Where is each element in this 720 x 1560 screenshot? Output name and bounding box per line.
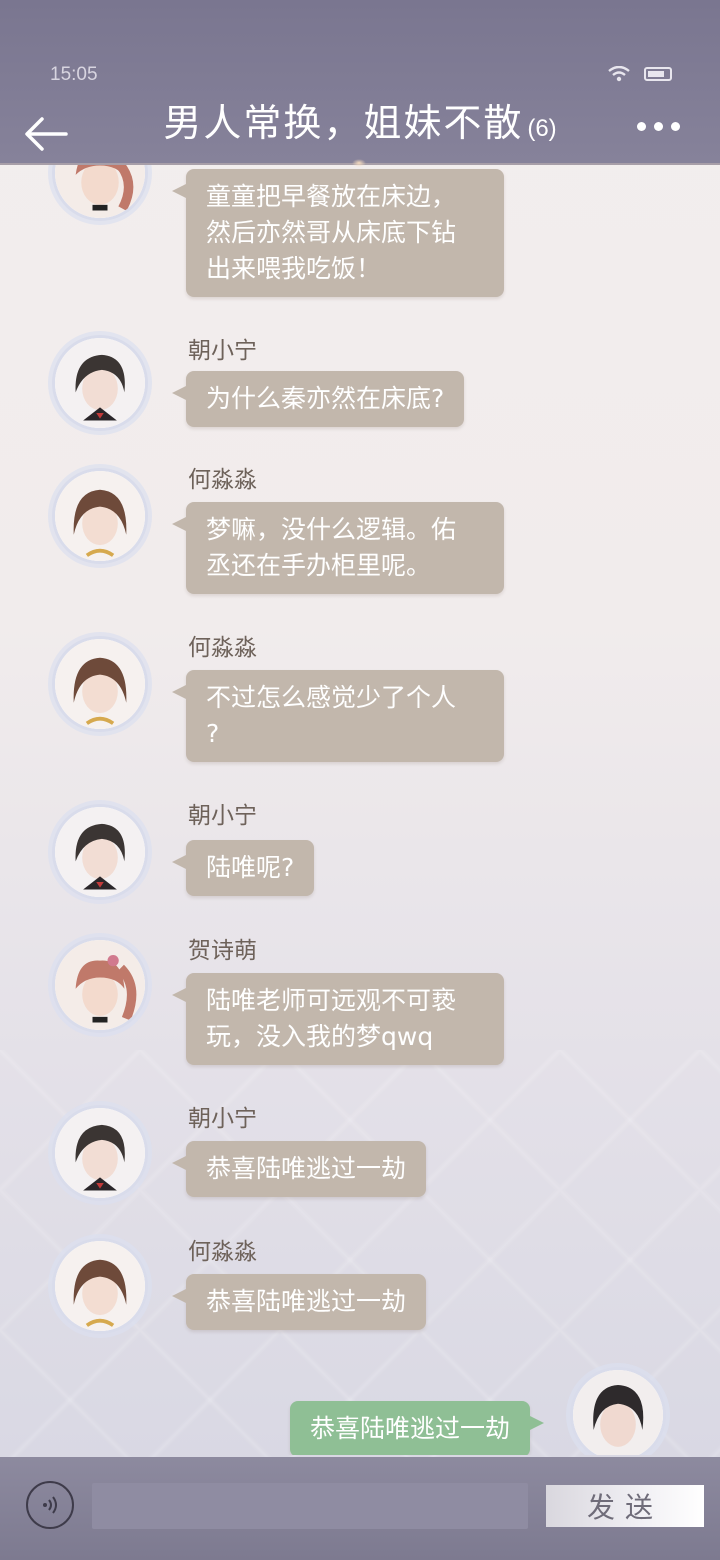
send-button[interactable]: 发送 — [546, 1485, 704, 1527]
message-bubble[interactable]: 陆唯老师可远观不可亵 玩，没入我的梦qwq — [172, 973, 504, 1065]
brown-bob-avatar — [55, 639, 145, 729]
sender-name: 何淼淼 — [188, 635, 257, 661]
message-list[interactable]: 童童把早餐放在床边， 然后亦然哥从床底下钻 出来喂我吃饭！ 朝小宁 为什么秦亦然… — [0, 165, 720, 1455]
dot-icon — [671, 122, 680, 131]
message-line: 玩，没入我的梦qwq — [206, 1022, 434, 1051]
my-message-bubble[interactable]: 恭喜陆唯逃过一劫 — [289, 1401, 545, 1455]
message-line: 陆唯呢? — [206, 853, 295, 882]
status-icons — [608, 66, 672, 82]
dot-icon — [654, 122, 663, 131]
avatar[interactable] — [52, 335, 148, 431]
message-line: 恭喜陆唯逃过一劫 — [309, 1414, 510, 1443]
message-bubble[interactable]: 陆唯呢? — [171, 840, 315, 896]
message-bubble[interactable]: 为什么秦亦然在床底? — [171, 371, 465, 427]
message-line: 然后亦然哥从床底下钻 — [206, 218, 457, 247]
status-time: 15:05 — [50, 64, 98, 85]
message-line: 出来喂我吃饭！ — [206, 254, 382, 283]
brown-bob-avatar — [55, 1241, 145, 1331]
short-dark-hair-avatar — [55, 807, 145, 897]
sender-name: 何淼淼 — [188, 1239, 257, 1265]
wifi-icon — [608, 66, 630, 82]
message-bubble[interactable]: 梦嘛，没什么逻辑。佑 丞还在手办柜里呢。 — [172, 502, 504, 594]
voice-icon — [43, 1496, 57, 1514]
message-bubble[interactable]: 童童把早餐放在床边， 然后亦然哥从床底下钻 出来喂我吃饭！ — [172, 169, 504, 297]
girl-ponytail-avatar — [55, 940, 145, 1030]
chat-title: 男人常换，姐妹不散 (6) — [0, 92, 720, 147]
sender-name: 朝小宁 — [188, 338, 257, 364]
message-line: 恭喜陆唯逃过一劫 — [206, 1154, 407, 1183]
message-line: ? — [206, 719, 220, 748]
group-name: 男人常换，姐妹不散 — [163, 101, 524, 145]
message-line: 梦嘛，没什么逻辑。佑 — [206, 515, 457, 544]
message-line: 陆唯老师可远观不可亵 — [206, 986, 457, 1015]
avatar[interactable] — [52, 1238, 148, 1334]
chat-header: 15:05 男人常换，姐妹不散 (6) — [0, 0, 720, 167]
input-bar: 发送 — [0, 1457, 720, 1560]
my-avatar[interactable] — [570, 1367, 666, 1455]
message-input[interactable] — [92, 1483, 528, 1529]
message-line: 不过怎么感觉少了个人 — [206, 683, 457, 712]
message-line: 丞还在手办柜里呢。 — [206, 551, 432, 580]
avatar[interactable] — [52, 937, 148, 1033]
avatar[interactable] — [52, 165, 148, 221]
avatar[interactable] — [52, 468, 148, 564]
short-dark-hair-avatar — [55, 338, 145, 428]
avatar[interactable] — [52, 636, 148, 732]
member-count: (6) — [527, 115, 557, 142]
sender-name: 朝小宁 — [188, 803, 257, 829]
message-line: 恭喜陆唯逃过一劫 — [206, 1287, 407, 1316]
message-line: 为什么秦亦然在床底? — [206, 384, 445, 413]
sender-name: 贺诗萌 — [188, 938, 257, 964]
sender-name: 何淼淼 — [188, 467, 257, 493]
self-avatar — [573, 1370, 663, 1455]
message-bubble[interactable]: 不过怎么感觉少了个人 ? — [172, 670, 504, 762]
message-bubble[interactable]: 恭喜陆唯逃过一劫 — [171, 1141, 427, 1197]
voice-input-button[interactable] — [26, 1481, 74, 1529]
avatar[interactable] — [52, 1105, 148, 1201]
girl-ponytail-avatar — [55, 165, 145, 218]
chat-screen: 15:05 男人常换，姐妹不散 (6) 童童把早餐放在床边， 然后亦然哥从床底下… — [0, 0, 720, 1560]
short-dark-hair-avatar — [55, 1108, 145, 1198]
avatar[interactable] — [52, 804, 148, 900]
message-line: 童童把早餐放在床边， — [206, 182, 457, 211]
dot-icon — [637, 122, 646, 131]
message-bubble[interactable]: 恭喜陆唯逃过一劫 — [171, 1274, 427, 1330]
brown-bob-avatar — [55, 471, 145, 561]
sender-name: 朝小宁 — [188, 1106, 257, 1132]
battery-icon — [644, 67, 672, 81]
more-options-button[interactable] — [637, 122, 680, 131]
